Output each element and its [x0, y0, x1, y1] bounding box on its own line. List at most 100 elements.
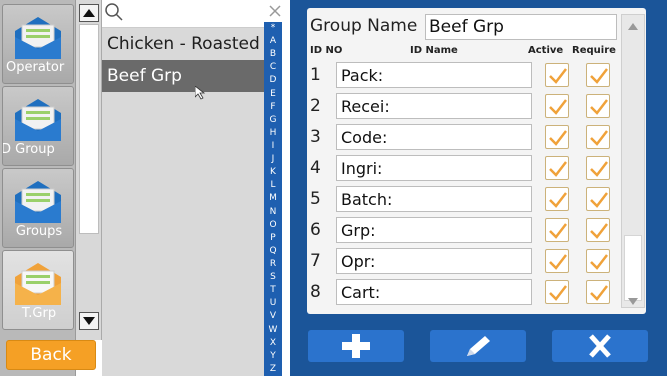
header-require: Require: [572, 45, 616, 56]
id-name-input[interactable]: Grp:: [336, 217, 532, 243]
active-checkbox[interactable]: [545, 187, 569, 211]
list-item[interactable]: Chicken - Roasted: [102, 28, 264, 60]
alphabet-letter[interactable]: U: [264, 299, 282, 308]
alphabet-letter[interactable]: W: [264, 325, 282, 335]
nav-groups-button[interactable]: Groups: [2, 168, 74, 248]
alphabet-letter[interactable]: N: [264, 207, 282, 217]
alphabet-letter[interactable]: J: [264, 155, 282, 164]
scroll-up-button[interactable]: [79, 4, 99, 22]
edit-button[interactable]: [430, 330, 526, 362]
nav-label: D Group: [2, 142, 55, 157]
nav-label: Groups: [15, 224, 63, 239]
group-name-input[interactable]: Beef Grp: [425, 14, 617, 40]
id-name-input[interactable]: Code:: [336, 124, 532, 150]
alphabet-letter[interactable]: V: [264, 312, 282, 321]
list-item-selected[interactable]: Beef Grp: [102, 60, 264, 92]
require-checkbox[interactable]: [586, 218, 610, 242]
clear-search-icon[interactable]: [268, 4, 282, 18]
nav-operator-button[interactable]: Operator: [2, 4, 74, 84]
alphabet-letter[interactable]: X: [264, 338, 282, 348]
id-name-input[interactable]: Cart:: [336, 279, 532, 305]
id-name-input[interactable]: Batch:: [336, 186, 532, 212]
alphabet-letter[interactable]: D: [264, 76, 282, 85]
require-checkbox[interactable]: [586, 249, 610, 273]
header-active: Active: [528, 45, 564, 56]
active-checkbox[interactable]: [545, 280, 569, 304]
back-button[interactable]: Back: [6, 340, 96, 370]
checkmark-icon: [590, 99, 608, 115]
checkmark-icon: [590, 223, 608, 239]
mouse-cursor-icon: [195, 86, 206, 100]
triangle-up-icon: [83, 9, 95, 17]
group-name-label: Group Name: [310, 16, 418, 36]
triangle-down-icon[interactable]: [628, 298, 638, 305]
id-name-input[interactable]: Opr:: [336, 248, 532, 274]
nav-t-grp-button[interactable]: T.Grp: [2, 250, 74, 330]
active-checkbox[interactable]: [545, 125, 569, 149]
require-checkbox[interactable]: [586, 94, 610, 118]
form-scrollbar[interactable]: [621, 14, 645, 308]
checkmark-icon: [549, 161, 567, 177]
active-checkbox[interactable]: [545, 249, 569, 273]
require-checkbox[interactable]: [586, 125, 610, 149]
alphabet-letter[interactable]: K: [264, 168, 282, 177]
checkmark-icon: [590, 192, 608, 208]
pencil-icon: [467, 336, 490, 356]
alphabet-letter[interactable]: Y: [264, 351, 282, 361]
row-id: 5: [310, 189, 321, 209]
alphabet-letter[interactable]: C: [264, 63, 282, 72]
alphabet-letter[interactable]: E: [264, 89, 282, 99]
active-checkbox[interactable]: [545, 218, 569, 242]
checkmark-icon: [590, 285, 608, 301]
header-id-no: ID NO: [310, 45, 343, 56]
nav-label: Operator: [6, 60, 65, 75]
list-scrollbar[interactable]: [76, 0, 102, 340]
alphabet-letter[interactable]: *: [264, 24, 282, 33]
alphabet-letter[interactable]: B: [264, 50, 282, 59]
row-id: 8: [310, 282, 321, 302]
scroll-thumb[interactable]: [79, 24, 99, 234]
id-name-input[interactable]: Pack:: [336, 62, 532, 88]
triangle-up-icon[interactable]: [628, 23, 638, 30]
require-checkbox[interactable]: [586, 187, 610, 211]
require-checkbox[interactable]: [586, 280, 610, 304]
alphabet-index[interactable]: * A B C D E F G H I J K L M N O P Q R S T U V W X Y Z: [264, 22, 282, 376]
alphabet-letter[interactable]: P: [264, 233, 282, 243]
active-checkbox[interactable]: [545, 156, 569, 180]
search-bar[interactable]: [102, 0, 264, 28]
alphabet-letter[interactable]: Q: [264, 246, 282, 256]
alphabet-letter[interactable]: O: [264, 220, 282, 230]
require-checkbox[interactable]: [586, 63, 610, 87]
alphabet-letter[interactable]: T: [264, 286, 282, 295]
form-scroll-thumb[interactable]: [624, 235, 642, 301]
alphabet-letter[interactable]: Z: [264, 364, 282, 374]
alphabet-letter[interactable]: L: [264, 181, 282, 190]
add-button[interactable]: [308, 330, 404, 362]
alphabet-letter[interactable]: F: [264, 102, 282, 112]
plus-icon: [342, 334, 370, 358]
require-checkbox[interactable]: [586, 156, 610, 180]
checkmark-icon: [590, 254, 608, 270]
envelope-icon: [15, 99, 61, 141]
id-name-input[interactable]: Ingri:: [336, 155, 532, 181]
nav-label: T.Grp: [21, 306, 57, 321]
delete-button[interactable]: [552, 330, 648, 362]
alphabet-letter[interactable]: I: [264, 142, 282, 151]
nav-d-group-button[interactable]: D Group: [2, 86, 74, 166]
checkmark-icon: [590, 130, 608, 146]
alphabet-letter[interactable]: M: [264, 194, 282, 203]
envelope-icon: [15, 181, 61, 223]
search-icon[interactable]: [104, 2, 124, 22]
scroll-down-button[interactable]: [79, 312, 99, 330]
alphabet-letter[interactable]: H: [264, 128, 282, 138]
alphabet-letter[interactable]: A: [264, 37, 282, 46]
alphabet-letter[interactable]: R: [264, 260, 282, 269]
active-checkbox[interactable]: [545, 63, 569, 87]
row-id: 1: [310, 65, 321, 85]
alphabet-letter[interactable]: G: [264, 115, 282, 125]
active-checkbox[interactable]: [545, 94, 569, 118]
row-id: 3: [310, 127, 321, 147]
id-name-input[interactable]: Recei:: [336, 93, 532, 119]
row-id: 7: [310, 251, 321, 271]
alphabet-letter[interactable]: S: [264, 273, 282, 282]
